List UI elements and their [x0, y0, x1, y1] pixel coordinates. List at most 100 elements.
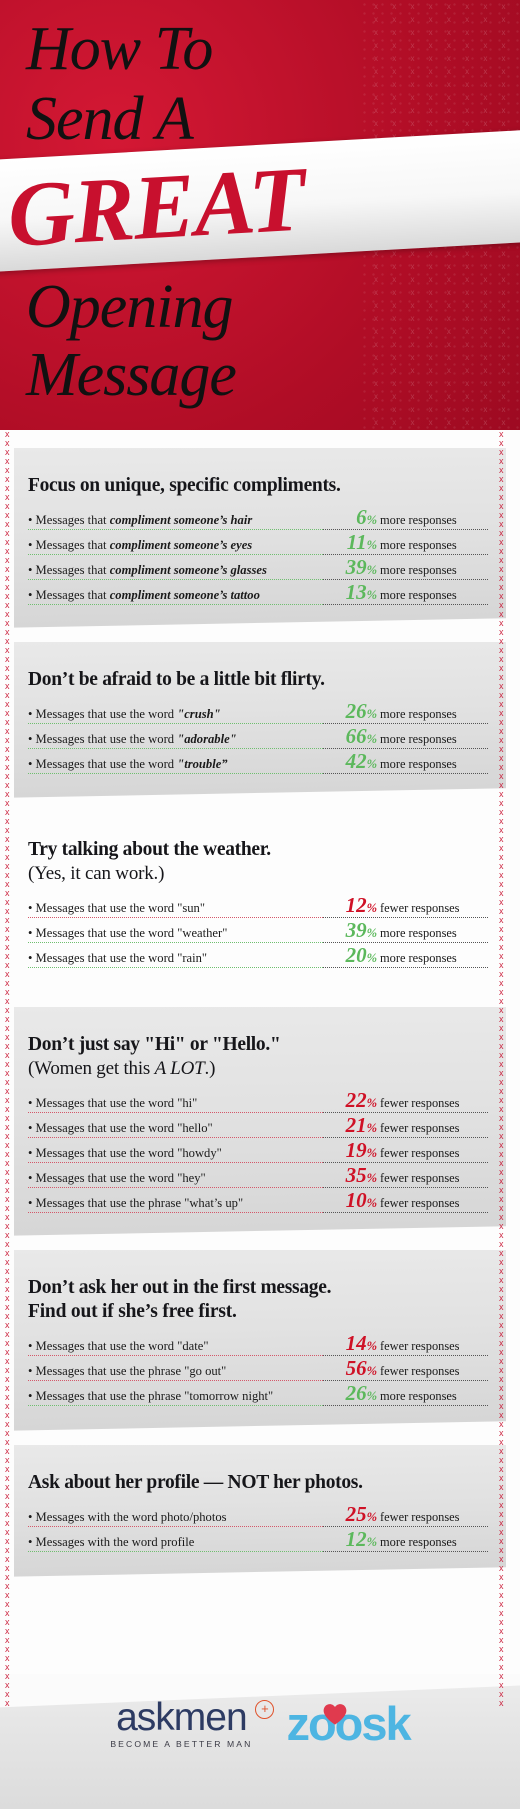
stat-value: 13: [345, 580, 367, 604]
stat-label: • Messages that use the word "weather": [28, 926, 228, 940]
stat-effect-label: more responses: [380, 757, 457, 771]
stat-row: • Messages that use the phrase "what’s u…: [28, 1190, 488, 1215]
row-underline-left: [28, 1162, 323, 1163]
row-underline-left: [28, 579, 323, 580]
stat-label: • Messages that use the word "rain": [28, 951, 208, 965]
percent-sign: %: [366, 1364, 377, 1378]
stat-effect-label: fewer responses: [380, 1364, 460, 1378]
row-underline-right: [323, 604, 488, 605]
percent-sign: %: [366, 513, 377, 527]
stat-row: • Messages that use the word "trouble” 42…: [28, 751, 488, 776]
stat-label: • Messages that use the word "crush": [28, 707, 221, 721]
tip-section: Try talking about the weather. (Yes, it c…: [14, 812, 506, 993]
stat-value: 10: [345, 1188, 367, 1212]
percent-sign: %: [366, 1196, 377, 1210]
stat-row: • Messages with the word profile 12% more …: [28, 1529, 488, 1554]
row-underline-left: [28, 1137, 323, 1138]
percent-sign: %: [366, 901, 377, 915]
row-underline-left: [28, 1212, 323, 1213]
stat-value: 19: [345, 1138, 367, 1162]
stat-value: 42: [345, 749, 367, 773]
stat-row: • Messages that use the word "hi" 22% fewe…: [28, 1090, 488, 1115]
stat-row: • Messages that use the word "weather" 39…: [28, 920, 488, 945]
percent-sign: %: [366, 951, 377, 965]
stat-label: • Messages that compliment someone’s eye…: [28, 538, 253, 552]
title-line-2: Send A: [26, 85, 194, 153]
row-underline-left: [28, 529, 323, 530]
stat-row: • Messages that use the word "hey" 35% few…: [28, 1165, 488, 1190]
infographic-poster: x x x x x x x x x x x x x x x x x x x x …: [0, 0, 520, 1809]
row-underline-right: [323, 773, 488, 774]
tip-section: Don’t be afraid to be a little bit flirt…: [14, 642, 506, 798]
stat-effect-label: fewer responses: [380, 1510, 460, 1524]
row-underline-left: [28, 1551, 323, 1552]
stat-value: 14: [345, 1331, 367, 1355]
poster-body: Focus on unique, specific compliments. • …: [0, 430, 520, 1809]
percent-sign: %: [366, 707, 377, 721]
askmen-logo[interactable]: askmen + BECOME A BETTER MAN: [110, 1696, 275, 1749]
stat-value: 66: [345, 724, 367, 748]
row-underline-left: [28, 1526, 323, 1527]
stat-effect-label: fewer responses: [380, 1339, 460, 1353]
percent-sign: %: [366, 1389, 377, 1403]
stat-row: • Messages that compliment someone’s eye…: [28, 532, 488, 557]
tip-section: Ask about her profile — NOT her photos. •…: [14, 1445, 506, 1577]
stat-row: • Messages that use the word "adorable" 6…: [28, 726, 488, 751]
stat-effect-label: more responses: [380, 926, 457, 940]
percent-sign: %: [366, 538, 377, 552]
stat-effect-label: fewer responses: [380, 1121, 460, 1135]
percent-sign: %: [366, 563, 377, 577]
stat-value: 39: [345, 555, 367, 579]
section-content: Don’t just say "Hi" or "Hello." (Women ge…: [14, 1007, 506, 1215]
section-content: Try talking about the weather. (Yes, it c…: [14, 812, 506, 970]
row-underline-left: [28, 723, 323, 724]
stat-label: • Messages that compliment someone’s gla…: [28, 563, 267, 577]
section-content: Focus on unique, specific compliments. • …: [14, 448, 506, 607]
section-heading: Don’t ask her out in the first message.: [28, 1277, 332, 1298]
stat-value: 21: [345, 1113, 367, 1137]
stat-effect-label: more responses: [380, 563, 457, 577]
stat-effect-label: fewer responses: [380, 1171, 460, 1185]
stat-label: • Messages that compliment someone’s tat…: [28, 588, 260, 602]
stat-label: • Messages that compliment someone’s hai…: [28, 513, 253, 527]
stat-row: • Messages that compliment someone’s gla…: [28, 557, 488, 582]
row-underline-right: [323, 967, 488, 968]
stat-label: • Messages that use the word "sun": [28, 901, 205, 915]
stat-label: • Messages that use the word "adorable": [28, 732, 237, 746]
row-underline-left: [28, 1380, 323, 1381]
section-heading: Don’t just say "Hi" or "Hello.": [28, 1034, 281, 1055]
stat-effect-label: more responses: [380, 951, 457, 965]
title-line-1: How To: [26, 15, 213, 83]
row-underline-left: [28, 942, 323, 943]
section-heading: Ask about her profile — NOT her photos.: [28, 1472, 363, 1493]
stat-effect-label: more responses: [380, 707, 457, 721]
section-content: Don’t ask her out in the first message. F…: [14, 1250, 506, 1408]
percent-sign: %: [366, 1096, 377, 1110]
tip-section: Focus on unique, specific compliments. • …: [14, 448, 506, 628]
row-underline-left: [28, 1355, 323, 1356]
stat-value: 20: [345, 943, 367, 967]
stat-row-list: • Messages that compliment someone’s hai…: [28, 507, 488, 607]
percent-sign: %: [366, 1535, 377, 1549]
section-content: Don’t be afraid to be a little bit flirt…: [14, 642, 506, 776]
zoosk-logo[interactable]: zoosk: [286, 1699, 411, 1748]
stat-value: 12: [345, 893, 367, 917]
percent-sign: %: [366, 732, 377, 746]
stat-label: • Messages with the word photo/photos: [28, 1510, 227, 1524]
stat-row-list: • Messages that use the word "crush" 26% m…: [28, 701, 488, 776]
row-underline-left: [28, 748, 323, 749]
stat-row: • Messages that use the phrase "go out" 5…: [28, 1358, 488, 1383]
row-underline-left: [28, 1187, 323, 1188]
stat-row: • Messages that use the phrase "tomorrow…: [28, 1383, 488, 1408]
section-content: Ask about her profile — NOT her photos. •…: [14, 1445, 506, 1554]
stat-effect-label: more responses: [380, 1535, 457, 1549]
stat-value: 22: [345, 1088, 367, 1112]
stat-row-list: • Messages with the word photo/photos 25%…: [28, 1504, 488, 1554]
stat-label: • Messages that use the word "hey": [28, 1171, 206, 1185]
row-underline-left: [28, 554, 323, 555]
row-underline-left: [28, 773, 323, 774]
section-subheading: Find out if she’s free first.: [28, 1301, 237, 1322]
stat-effect-label: more responses: [380, 732, 457, 746]
percent-sign: %: [366, 588, 377, 602]
askmen-wordmark: askmen: [116, 1696, 248, 1739]
